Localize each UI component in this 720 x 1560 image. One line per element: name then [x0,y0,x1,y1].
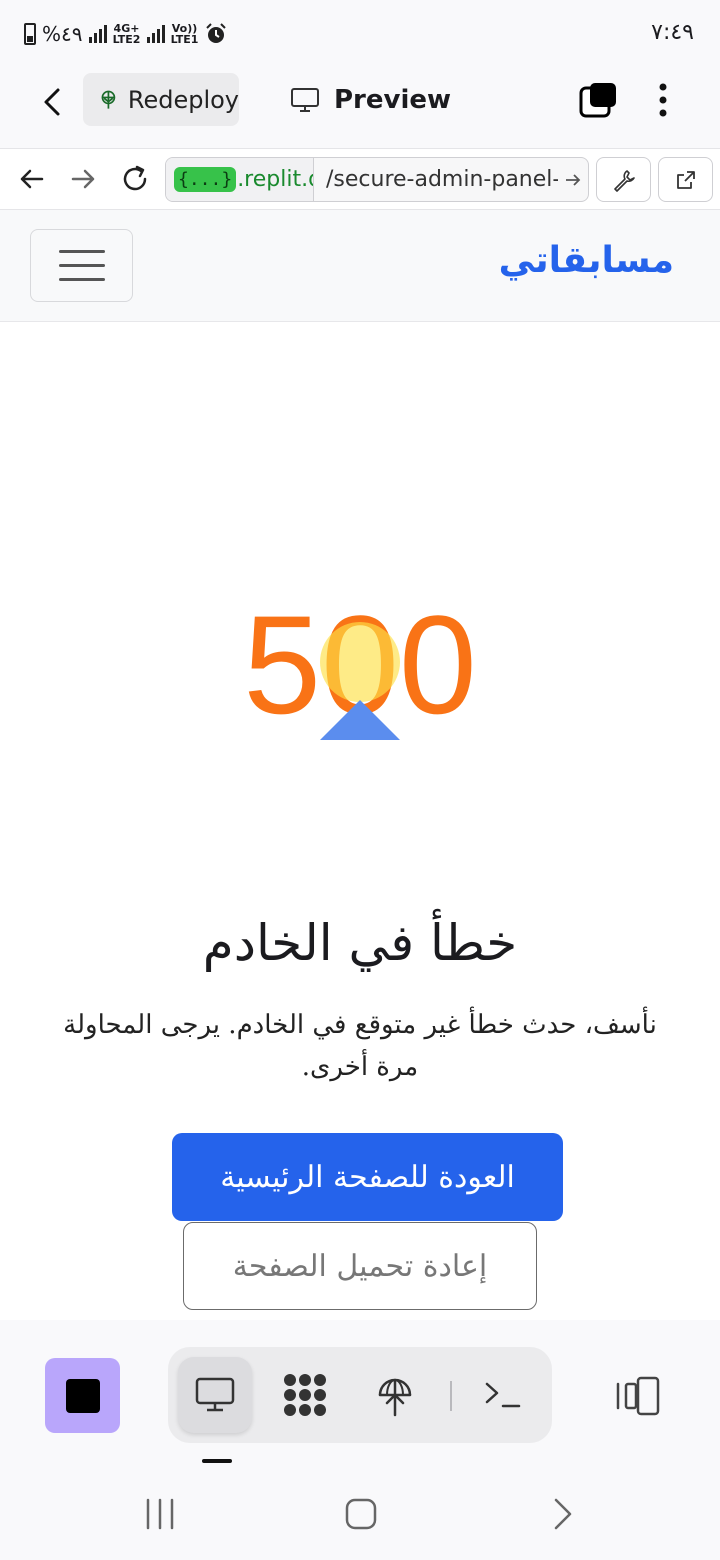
tool-switcher [168,1347,552,1443]
site-navbar: مسابقاتي [0,210,720,322]
external-link-icon [676,170,695,189]
back-icon[interactable] [548,1496,576,1532]
clock: ٧:٤٩ [651,20,694,45]
status-bar: %٤٩ 4G+ LTE2 Vo)) LTE1 ٧:٤٩ [0,0,720,64]
wrench-icon [613,169,635,192]
triangle-shape-icon [320,700,400,740]
replit-top-bar: Redeploy Preview [0,64,720,148]
shell-icon[interactable] [466,1357,540,1433]
redeploy-button[interactable]: Redeploy [83,73,239,126]
status-icons: %٤٩ 4G+ LTE2 Vo)) LTE1 [24,20,227,48]
url-domain: {...} .replit.de [166,158,314,201]
signal-icon [88,25,107,43]
site-brand[interactable]: مسابقاتي [499,240,674,281]
url-bar: {...} .replit.de /secure-admin-panel- [0,148,720,210]
monitor-icon [291,87,319,112]
preview-label: Preview [334,84,452,115]
devtools-button[interactable] [596,157,651,202]
recent-apps-icon[interactable] [144,1496,176,1532]
system-nav-bar [0,1470,720,1560]
preview-icon[interactable] [178,1357,252,1433]
more-vertical-icon[interactable] [648,80,678,120]
error-title: خطأ في الخادم [202,914,518,972]
network-label-1: 4G+ LTE2 [112,22,141,46]
deploy-icon[interactable] [358,1357,432,1433]
network-label-2: Vo)) LTE1 [170,22,199,46]
alarm-icon [205,23,226,43]
error-message: نأسف، حدث خطأ غير متوقع في الخادم. يرجى … [63,1010,657,1082]
stop-button[interactable] [45,1358,120,1433]
url-input[interactable]: {...} .replit.de /secure-admin-panel- [165,157,589,202]
domain-badge: {...} [174,167,237,192]
stop-icon [65,1378,100,1413]
preview-tab[interactable]: Preview [290,73,451,126]
tool-divider [450,1381,452,1411]
chevron-left-icon[interactable] [36,82,72,122]
replit-bottom-bar [0,1320,720,1470]
panels-icon[interactable] [614,1375,662,1417]
hamburger-menu-icon[interactable] [30,229,133,302]
deploy-icon [101,90,116,109]
home-button[interactable]: العودة للصفحة الرئيسية [172,1133,563,1221]
reload-page-button[interactable]: إعادة تحميل الصفحة [183,1222,537,1310]
url-path: /secure-admin-panel- [326,167,558,192]
arrow-left-icon[interactable] [16,163,48,195]
active-tab-indicator [202,1459,232,1463]
battery-level: %٤٩ [42,22,83,46]
circle-shape-icon [320,622,400,702]
tabs-icon[interactable] [578,81,618,119]
signal-icon-2 [146,25,165,43]
workspace-icon[interactable] [268,1357,342,1433]
home-icon[interactable] [343,1496,379,1532]
domain-text: .replit.de [237,167,313,192]
reload-icon[interactable] [119,163,151,195]
battery-icon [24,23,36,45]
go-arrow-icon[interactable] [558,158,588,201]
open-new-tab-button[interactable] [658,157,713,202]
arrow-right-icon[interactable] [67,163,99,195]
redeploy-label: Redeploy [127,85,239,114]
